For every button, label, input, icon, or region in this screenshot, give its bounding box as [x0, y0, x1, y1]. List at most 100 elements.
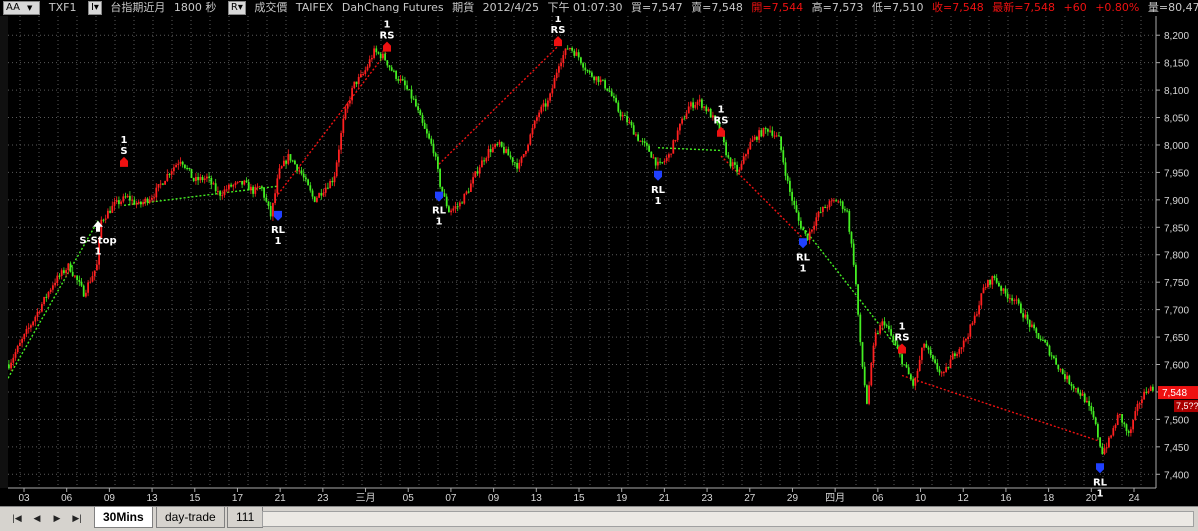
- candle-body: [562, 55, 565, 63]
- chart-background: [8, 16, 1198, 506]
- candle-body: [1009, 298, 1011, 300]
- candle-body: [921, 347, 923, 360]
- candle-body: [595, 76, 598, 81]
- sell-signal-label: RS: [380, 31, 395, 42]
- candle-body: [630, 121, 633, 126]
- x-tick-label: 15: [573, 493, 585, 504]
- candle-body: [199, 176, 202, 181]
- x-tick-label: 23: [317, 493, 329, 504]
- candle-body: [243, 180, 246, 185]
- candle-body: [641, 140, 644, 142]
- y-tick-label: 8,050: [1164, 114, 1189, 125]
- symbol-code: TXF1: [48, 1, 77, 14]
- candle-body: [613, 96, 615, 98]
- candle-body: [124, 196, 127, 198]
- candle-body: [111, 205, 114, 213]
- candle-body: [170, 171, 173, 175]
- candle-body: [1094, 417, 1097, 425]
- candle-body: [426, 128, 428, 134]
- candle-body: [934, 359, 936, 364]
- high-quote: 高=7,573: [811, 1, 864, 14]
- candle-body: [648, 145, 650, 152]
- candle-body: [417, 106, 419, 111]
- tab-day-trade[interactable]: day-trade: [156, 507, 225, 528]
- candle-body: [324, 187, 327, 193]
- candle-body: [841, 201, 844, 210]
- candle-body: [901, 354, 903, 365]
- candle-body: [817, 211, 820, 218]
- candle-body: [650, 151, 653, 158]
- candle-body: [925, 343, 928, 348]
- y-tick-label: 8,100: [1164, 86, 1189, 97]
- price-menu-button[interactable]: R▾: [227, 1, 246, 15]
- candle-body: [82, 285, 85, 297]
- candle-body: [555, 72, 558, 79]
- candle-body: [1017, 299, 1020, 304]
- candle-body: [560, 62, 562, 67]
- candle-body: [71, 271, 74, 276]
- candle-body: [190, 169, 193, 179]
- candle-body: [186, 167, 188, 169]
- candle-body: [837, 201, 840, 203]
- buy-signal-count: 1: [655, 196, 662, 207]
- tab-111[interactable]: 111: [227, 507, 264, 528]
- last-page-icon[interactable]: ▶|: [70, 511, 84, 525]
- secondary-price-label: 7,5??: [1176, 401, 1198, 411]
- candle-body: [815, 217, 818, 226]
- candle-body: [428, 133, 430, 139]
- candle-body: [25, 329, 28, 334]
- previous-page-icon[interactable]: ◀: [30, 511, 44, 525]
- candle-body: [690, 102, 692, 107]
- candle-body: [811, 229, 813, 232]
- buy-signal-label: RL: [271, 225, 286, 236]
- y-tick-label: 7,450: [1164, 443, 1189, 454]
- candle-body: [969, 324, 972, 337]
- candle-body: [962, 340, 965, 348]
- candle-body: [958, 349, 961, 354]
- candle-body: [311, 190, 314, 197]
- candle-body: [1059, 369, 1062, 371]
- x-tick-label: 09: [488, 493, 500, 504]
- symbol-menu-button[interactable]: I▾: [87, 1, 102, 15]
- style-dropdown[interactable]: AA ▼: [3, 1, 41, 15]
- candle-body: [69, 263, 72, 272]
- candle-body: [932, 355, 934, 360]
- price-type: 成交價: [254, 1, 288, 14]
- candle-body: [217, 191, 219, 193]
- candlestick-chart[interactable]: S1S-Stop1RL1RS1RL1RS1RL1RS1RL1RS1RL1 8,2…: [8, 16, 1198, 506]
- candle-body: [681, 118, 683, 124]
- candle-body: [371, 57, 373, 60]
- candle-body: [1127, 431, 1130, 434]
- candle-body: [225, 189, 228, 191]
- candle-body: [265, 197, 268, 202]
- candle-body: [1061, 369, 1064, 375]
- candle-body: [945, 367, 947, 372]
- candle-body: [1011, 298, 1013, 301]
- horizontal-scrollbar[interactable]: [262, 511, 1194, 527]
- candle-body: [756, 136, 758, 140]
- candle-body: [351, 88, 353, 101]
- candle-body: [210, 177, 213, 185]
- candle-body: [96, 264, 98, 271]
- candle-body: [34, 316, 37, 322]
- candle-body: [498, 141, 501, 145]
- tab-30mins[interactable]: 30Mins: [94, 507, 153, 528]
- candle-body: [294, 160, 296, 165]
- candle-body: [80, 281, 83, 286]
- candle-body: [228, 184, 230, 190]
- candle-body: [734, 162, 736, 165]
- first-page-icon[interactable]: |◀: [10, 511, 24, 525]
- candle-body: [879, 325, 881, 334]
- candle-body: [181, 161, 184, 165]
- y-tick-label: 7,950: [1164, 168, 1189, 179]
- candle-body: [514, 162, 516, 164]
- candle-body: [661, 162, 664, 164]
- candle-body: [492, 147, 494, 153]
- next-page-icon[interactable]: ▶: [50, 511, 64, 525]
- candle-body: [12, 357, 15, 363]
- candle-body: [844, 209, 846, 211]
- candle-body: [1143, 391, 1145, 400]
- candle-body: [250, 186, 252, 191]
- candle-body: [956, 353, 958, 356]
- candle-body: [729, 157, 732, 167]
